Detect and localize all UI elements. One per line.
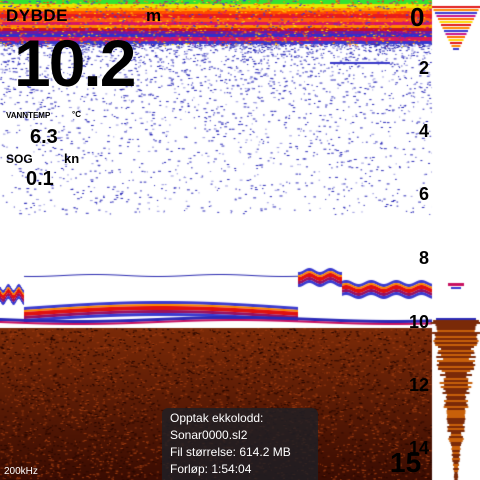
depth-tick: 12	[408, 375, 429, 395]
recording-elapsed: Forløp: 1:54:04	[170, 462, 252, 476]
depth-tick: 6	[418, 184, 429, 204]
depth-unit: m	[146, 6, 162, 25]
depth-value: 10.2	[14, 26, 136, 100]
sog-label: SOG	[6, 152, 33, 166]
depth-label: DYBDE	[6, 6, 69, 25]
depth-tick: 8	[418, 248, 429, 268]
sog-value: 0.1	[26, 168, 54, 190]
sonar-screen: DYBDE m 10.2 VANNTEMP °C 6.3 SOG kn 0.1 …	[0, 0, 480, 480]
recording-file-name: Sonar0000.sl2	[170, 428, 248, 442]
recording-title: Opptak ekkolodd:	[170, 411, 264, 425]
water-temp-label: VANNTEMP	[6, 111, 51, 120]
depth-tick: 4	[418, 121, 429, 141]
frequency-label: 200kHz	[4, 466, 38, 477]
depth-scale-bottom: 15	[390, 447, 422, 478]
depth-tick: 2	[418, 58, 429, 78]
water-temp-unit: °C	[72, 110, 81, 119]
recording-file-size: Fil størrelse: 614.2 MB	[170, 445, 291, 459]
water-temp-value: 6.3	[30, 126, 58, 148]
depth-scale-top: 0	[410, 2, 425, 32]
recording-status-popup: Opptak ekkolodd: Sonar0000.sl2 Fil størr…	[162, 408, 318, 480]
sog-unit: kn	[64, 151, 80, 166]
depth-tick: 10	[408, 312, 429, 332]
